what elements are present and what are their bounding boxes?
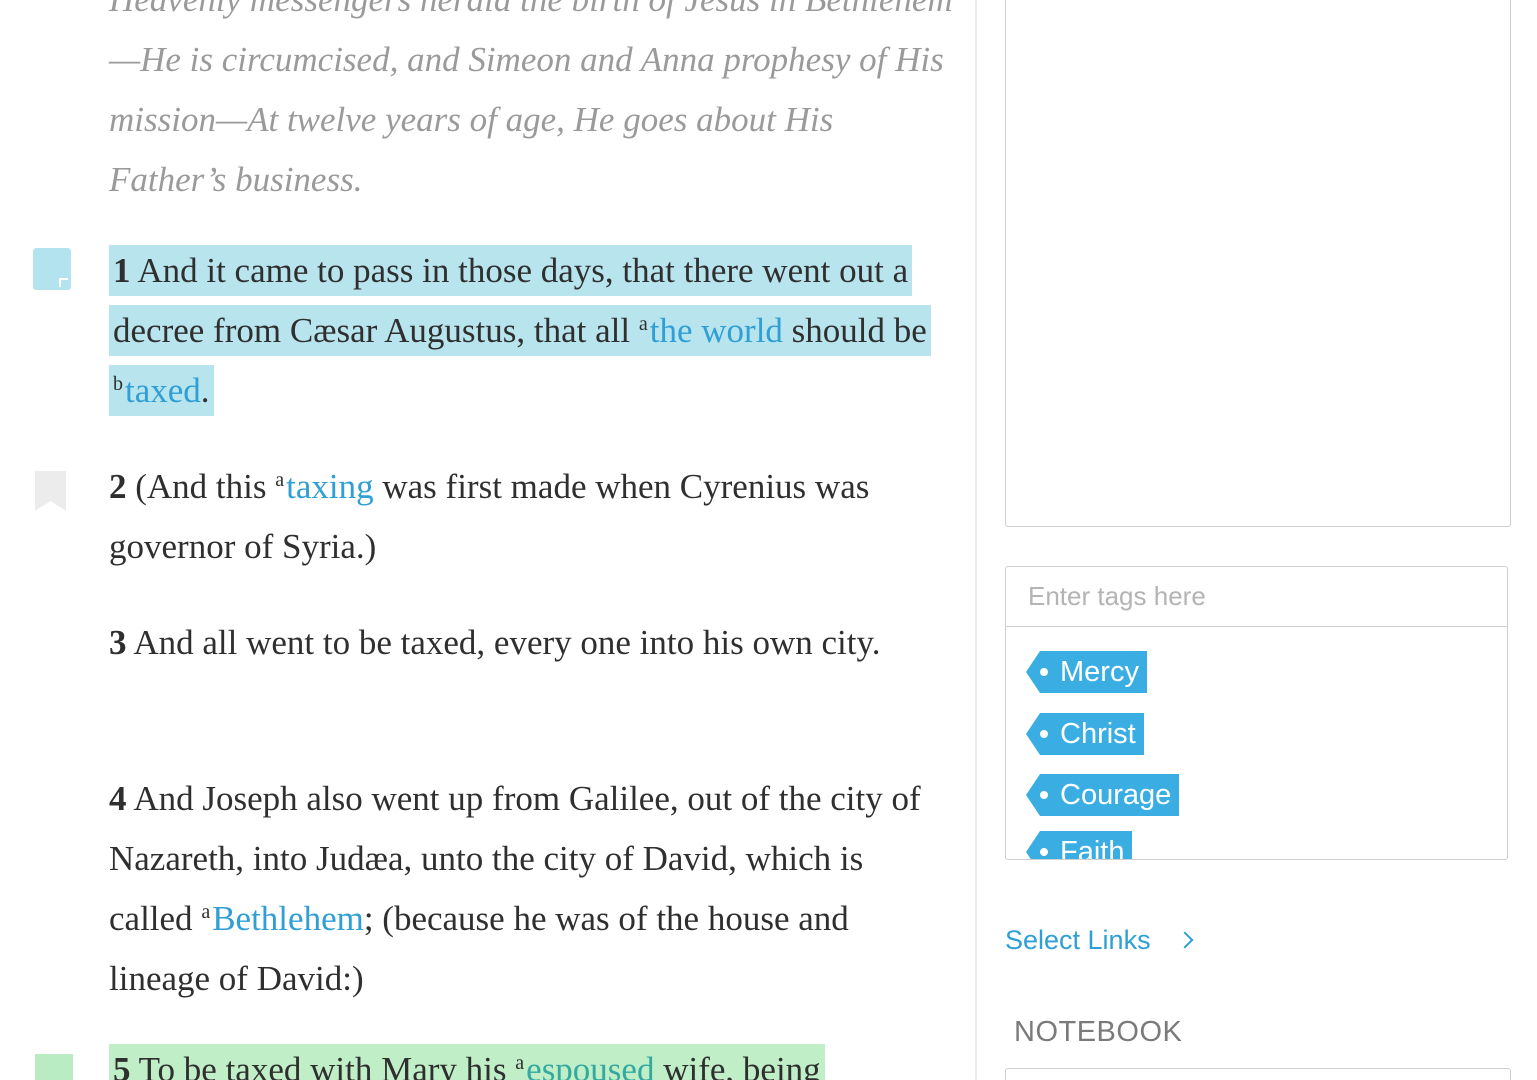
verse-text: To be taxed with Mary his <box>130 1050 516 1080</box>
notebook-select[interactable] <box>1005 1068 1511 1080</box>
tag-list: Mercy Christ Courage Faith <box>1006 627 1507 860</box>
verse-text: wife, being <box>654 1050 821 1080</box>
verse-number: 3 <box>109 623 127 662</box>
footnote-marker: a <box>275 469 285 491</box>
tag-label: Faith <box>1060 836 1125 860</box>
tags-input[interactable] <box>1006 567 1507 627</box>
footnote-marker: a <box>201 901 211 923</box>
verse-text: should be <box>782 311 927 350</box>
tag-chip[interactable]: Christ <box>1026 713 1144 755</box>
note-icon[interactable] <box>33 248 71 290</box>
highlight-blue: 1 And it came to pass in those days, tha… <box>109 245 931 416</box>
verse-5[interactable]: 5 To be taxed with Mary his aespoused wi… <box>109 1040 954 1080</box>
notebook-label: NOTEBOOK <box>1014 1016 1183 1048</box>
verse-text: And all went to be taxed, every one into… <box>126 623 881 662</box>
note-text-area[interactable] <box>1005 0 1511 527</box>
footnote-link[interactable]: espoused <box>526 1050 654 1080</box>
verse-text: . <box>200 371 210 410</box>
verse-number: 2 <box>109 467 127 506</box>
select-links-label: Select Links <box>1005 924 1151 955</box>
footnote-link[interactable]: Bethlehem <box>212 899 364 938</box>
tag-label: Courage <box>1060 779 1172 811</box>
tag-icon <box>1026 713 1040 755</box>
verse-text: (And this <box>126 467 276 506</box>
verse-4[interactable]: 4 And Joseph also went up from Galilee, … <box>109 769 954 1009</box>
verse-number: 4 <box>109 779 127 818</box>
verse-number: 1 <box>113 251 131 290</box>
tag-icon <box>1026 831 1040 859</box>
tag-chip[interactable]: Courage <box>1026 774 1180 816</box>
footnote-marker: a <box>638 313 648 335</box>
tag-icon <box>1026 651 1040 693</box>
tag-chip[interactable]: Faith <box>1026 831 1133 860</box>
chapter-summary: Heavenly messengers herald the birth of … <box>109 0 953 199</box>
tag-label: Mercy <box>1060 656 1139 688</box>
footnote-marker: a <box>515 1052 525 1074</box>
select-links-button[interactable]: Select Links <box>1005 920 1194 960</box>
tag-chip[interactable]: Mercy <box>1026 651 1147 693</box>
verse-3[interactable]: 3 And all went to be taxed, every one in… <box>109 613 954 673</box>
verse-1[interactable]: 1 And it came to pass in those days, tha… <box>109 241 954 421</box>
highlight-green: 5 To be taxed with Mary his aespoused wi… <box>109 1044 825 1080</box>
footnote-marker: b <box>113 373 123 395</box>
verse-2[interactable]: 2 (And this ataxing was first made when … <box>109 457 954 577</box>
chevron-right-icon <box>1176 931 1194 949</box>
verse-number: 5 <box>113 1050 131 1080</box>
bookmark-icon[interactable] <box>35 471 66 511</box>
footnote-link[interactable]: taxing <box>286 467 373 506</box>
panel-divider <box>975 0 977 1080</box>
tag-icon <box>1026 774 1040 816</box>
scripture-reader: Heavenly messengers herald the birth of … <box>0 0 975 1080</box>
tags-panel: Mercy Christ Courage Faith <box>1005 566 1508 860</box>
footnote-link[interactable]: taxed <box>125 371 201 410</box>
footnote-link[interactable]: the world <box>650 311 783 350</box>
highlight-marker-icon[interactable] <box>35 1054 73 1080</box>
tag-label: Christ <box>1060 718 1136 750</box>
